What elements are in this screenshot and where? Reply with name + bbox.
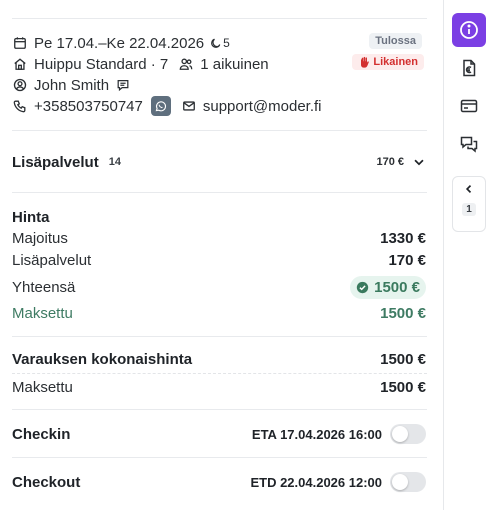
info-icon (460, 21, 478, 39)
home-icon (12, 56, 28, 72)
price-paid-row: Maksettu 1500 € (12, 303, 426, 323)
checkout-row: Checkout ETD 22.04.2026 12:00 (12, 471, 426, 493)
price-paid-value: 1500 € (380, 304, 426, 322)
chat-icon (460, 136, 478, 153)
divider (12, 409, 427, 410)
price-row-value: 1330 € (380, 229, 426, 247)
price-title: Hinta (12, 208, 50, 226)
contact-row: +358503750747 support@moder.fi (12, 96, 426, 116)
price-total-value: 1500 € (374, 278, 420, 296)
price-total-pill: 1500 € (350, 275, 426, 299)
services-toggle[interactable]: Lisäpalvelut 14 170 € (12, 152, 426, 172)
divider (12, 192, 427, 193)
check-circle-icon (356, 281, 369, 294)
booking-total-label: Varauksen kokonaishinta (12, 350, 193, 368)
credit-card-icon (460, 99, 478, 113)
price-row-value: 170 € (388, 251, 426, 269)
booking-paid-label: Maksettu (12, 378, 73, 396)
price-total-row: Yhteensä 1500 € (12, 275, 426, 299)
room-name: Huippu Standard · 7 (34, 55, 169, 73)
mail-icon (181, 98, 197, 114)
collapse-button[interactable]: 1 (452, 176, 486, 232)
chevron-down-icon[interactable] (412, 155, 426, 169)
nights-count: 5 (223, 36, 230, 50)
user-circle-icon (12, 77, 28, 93)
divider (12, 130, 427, 131)
price-row: Majoitus 1330 € (12, 228, 426, 248)
booking-total-row: Varauksen kokonaishinta 1500 € (12, 349, 426, 369)
guest-name[interactable]: John Smith (34, 77, 109, 94)
divider (12, 336, 427, 337)
booking-panel: Pe 17.04.–Ke 22.04.2026 5 Tulossa Huippu… (0, 0, 444, 510)
message-icon[interactable] (115, 77, 131, 93)
divider (12, 457, 427, 458)
info-button[interactable] (452, 13, 486, 47)
status-badge: Tulossa (369, 33, 422, 49)
stay-dates: Pe 17.04.–Ke 22.04.2026 (34, 34, 205, 52)
checkin-row: Checkin ETA 17.04.2026 16:00 (12, 423, 426, 445)
whatsapp-icon[interactable] (150, 96, 171, 116)
cleaning-status-badge[interactable]: Likainen (352, 54, 424, 70)
price-total-label: Yhteensä (12, 278, 76, 296)
checkin-eta: ETA 17.04.2026 16:00 (251, 426, 382, 442)
guest-count: 1 aikuinen (200, 55, 269, 73)
side-rail: 1 (444, 0, 493, 510)
guests-icon (178, 56, 194, 72)
calendar-icon (12, 35, 28, 51)
price-row-label: Lisäpalvelut (12, 251, 92, 269)
phone-number[interactable]: +358503750747 (34, 98, 143, 115)
divider (12, 373, 427, 374)
price-paid-label: Maksettu (12, 304, 73, 322)
dates-row: Pe 17.04.–Ke 22.04.2026 5 (12, 34, 426, 52)
guest-row: John Smith (12, 76, 426, 94)
price-header: Hinta (12, 207, 426, 227)
invoice-button[interactable] (452, 51, 486, 85)
checkin-label: Checkin (12, 425, 71, 443)
services-amount: 170 € (376, 156, 404, 168)
payment-button[interactable] (452, 89, 486, 123)
checkout-toggle[interactable] (390, 472, 426, 492)
services-count: 14 (108, 156, 121, 168)
moon-icon (210, 35, 222, 51)
checkout-label: Checkout (12, 473, 81, 491)
euro-document-icon (463, 59, 476, 77)
chevron-left-icon (463, 183, 475, 195)
hand-icon (358, 56, 370, 68)
checkout-etd: ETD 22.04.2026 12:00 (250, 474, 382, 490)
booking-paid-row: Maksettu 1500 € (12, 377, 426, 397)
chat-button[interactable] (452, 127, 486, 161)
checkin-toggle[interactable] (390, 424, 426, 444)
price-row: Lisäpalvelut 170 € (12, 250, 426, 270)
price-row-label: Majoitus (12, 229, 68, 247)
booking-paid-value: 1500 € (380, 378, 426, 396)
divider (12, 18, 427, 19)
collapse-count: 1 (462, 203, 476, 216)
phone-icon (12, 98, 28, 114)
booking-total-value: 1500 € (380, 350, 426, 368)
cleaning-status-label: Likainen (373, 56, 418, 68)
services-title: Lisäpalvelut (12, 153, 99, 171)
email-address[interactable]: support@moder.fi (203, 98, 322, 115)
